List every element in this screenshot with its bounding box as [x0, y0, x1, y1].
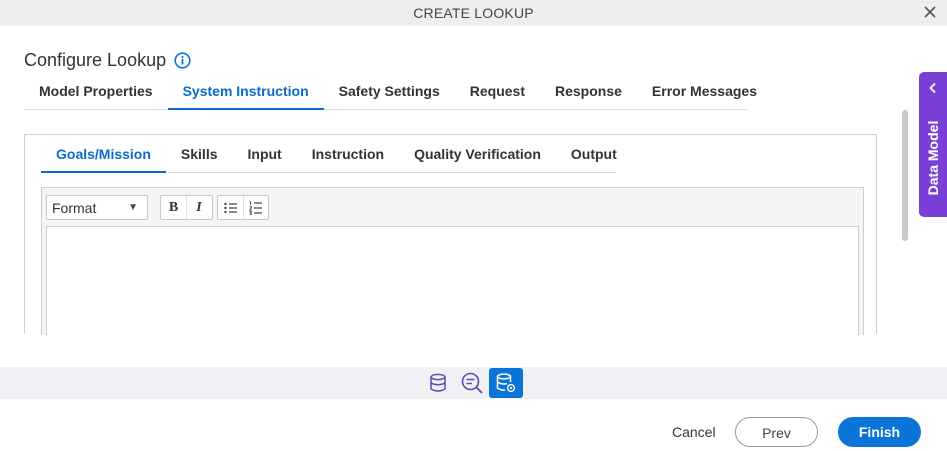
data-model-label: Data Model: [925, 120, 941, 196]
tab-system-instruction[interactable]: System Instruction: [167, 81, 324, 110]
tab-model-properties[interactable]: Model Properties: [24, 81, 168, 110]
subtab-skills[interactable]: Skills: [166, 143, 233, 173]
subtab-output[interactable]: Output: [556, 143, 632, 173]
subtab-instruction[interactable]: Instruction: [297, 143, 399, 173]
info-icon[interactable]: [174, 52, 191, 69]
bottom-toolbar: [0, 367, 947, 399]
editor-content-area[interactable]: [46, 226, 859, 336]
dialog-title: CREATE LOOKUP: [413, 5, 534, 21]
format-dropdown[interactable]: Format ▼: [46, 195, 148, 220]
tab-response[interactable]: Response: [540, 81, 637, 110]
format-dropdown-label: Format: [52, 200, 97, 216]
bold-button[interactable]: B: [161, 196, 186, 219]
data-model-panel-toggle[interactable]: Data Model: [919, 72, 947, 217]
close-icon[interactable]: [921, 3, 939, 21]
chevron-down-icon: ▼: [128, 202, 138, 213]
database-settings-icon[interactable]: [489, 368, 523, 398]
system-instruction-panel: Goals/Mission Skills Input Instruction Q…: [24, 134, 877, 336]
sub-tabs: Goals/Mission Skills Input Instruction Q…: [41, 143, 617, 173]
rich-text-editor: Format ▼ B I: [41, 187, 864, 336]
list-group: [217, 195, 269, 220]
prev-button[interactable]: Prev: [735, 417, 818, 447]
page-title: Configure Lookup: [24, 50, 167, 70]
numbered-list-icon[interactable]: [243, 196, 268, 219]
tab-request[interactable]: Request: [455, 81, 540, 110]
subtab-goals-mission[interactable]: Goals/Mission: [41, 143, 166, 173]
chevron-left-icon: [928, 81, 938, 94]
cancel-button[interactable]: Cancel: [672, 424, 716, 440]
vertical-scrollbar[interactable]: [902, 110, 908, 241]
chat-search-icon[interactable]: [460, 371, 484, 395]
bulleted-list-icon[interactable]: [218, 196, 243, 219]
database-icon[interactable]: [426, 371, 450, 395]
tab-safety-settings[interactable]: Safety Settings: [324, 81, 455, 110]
finish-button[interactable]: Finish: [838, 417, 921, 447]
subtab-quality-verification[interactable]: Quality Verification: [399, 143, 556, 173]
dialog-titlebar: CREATE LOOKUP: [0, 0, 947, 26]
italic-button[interactable]: I: [186, 196, 211, 219]
text-style-group: B I: [160, 195, 213, 220]
main-tabs: Model Properties System Instruction Safe…: [24, 81, 757, 110]
tab-error-messages[interactable]: Error Messages: [637, 81, 772, 110]
subtab-input[interactable]: Input: [233, 143, 297, 173]
